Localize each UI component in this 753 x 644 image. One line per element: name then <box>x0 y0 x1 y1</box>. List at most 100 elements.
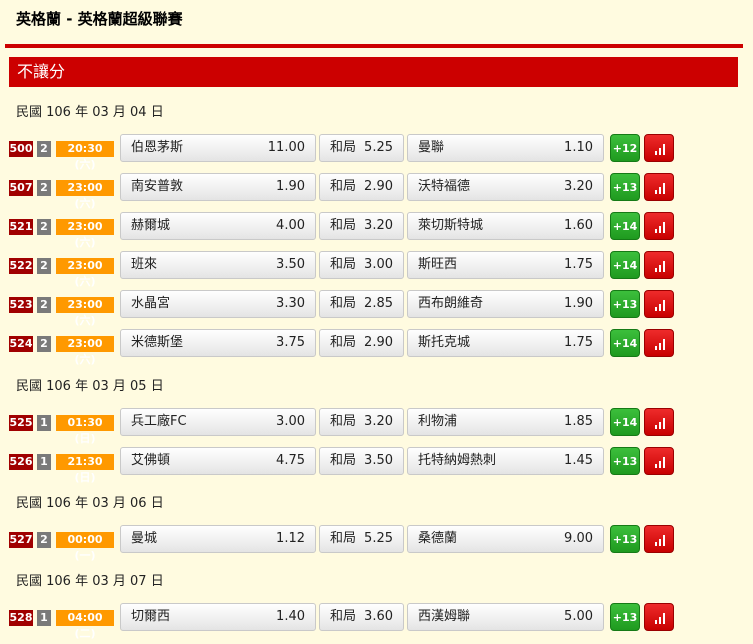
bar-chart-icon <box>655 300 667 311</box>
draw-odds-button[interactable]: 和局 2.90 <box>319 173 404 201</box>
draw-odds-button[interactable]: 和局 3.60 <box>319 603 404 631</box>
home-team-name: 艾佛頓 <box>131 453 171 468</box>
away-odds: 1.90 <box>564 296 593 311</box>
stats-button[interactable] <box>644 134 674 162</box>
stats-button[interactable] <box>644 329 674 357</box>
away-odds-button[interactable]: 桑德蘭 9.00 <box>407 525 604 553</box>
away-team-name: 西布朗維奇 <box>418 296 484 311</box>
draw-odds-button[interactable]: 和局 3.50 <box>319 447 404 475</box>
match-number: 521 <box>9 219 33 235</box>
away-odds-button[interactable]: 斯旺西 1.75 <box>407 251 604 279</box>
stats-button[interactable] <box>644 447 674 475</box>
match-group-badge: 2 <box>37 258 51 274</box>
match-row: 528 1 04:00 (二) 切爾西 1.40 和局 3.60 西漢姆聯 5.… <box>0 603 753 640</box>
draw-label: 和局 <box>330 140 357 155</box>
home-odds-button[interactable]: 米德斯堡 3.75 <box>120 329 316 357</box>
away-odds-button[interactable]: 托特納姆熱刺 1.45 <box>407 447 604 475</box>
draw-odds-button[interactable]: 和局 2.85 <box>319 290 404 318</box>
bar-chart-icon <box>655 339 667 350</box>
kickoff-time: 23:00 (六) <box>56 258 114 288</box>
stats-button[interactable] <box>644 408 674 436</box>
bar-chart-icon <box>655 535 667 546</box>
more-bets-button[interactable]: +13 <box>610 525 640 553</box>
bar-chart-icon <box>655 457 667 468</box>
section-header: 不讓分 <box>9 57 738 87</box>
bar-chart-icon <box>655 144 667 155</box>
draw-odds-button[interactable]: 和局 3.20 <box>319 408 404 436</box>
away-odds-button[interactable]: 西布朗維奇 1.90 <box>407 290 604 318</box>
match-group-badge: 1 <box>37 415 51 431</box>
draw-label: 和局 <box>330 335 357 350</box>
home-odds-button[interactable]: 伯恩茅斯 11.00 <box>120 134 316 162</box>
match-number: 523 <box>9 297 33 313</box>
bar-chart-icon <box>655 261 667 272</box>
draw-odds-button[interactable]: 和局 3.20 <box>319 212 404 240</box>
bar-chart-icon <box>655 222 667 233</box>
home-odds-button[interactable]: 水晶宮 3.30 <box>120 290 316 318</box>
home-odds-button[interactable]: 切爾西 1.40 <box>120 603 316 631</box>
away-odds-button[interactable]: 斯托克城 1.75 <box>407 329 604 357</box>
stats-button[interactable] <box>644 212 674 240</box>
kickoff-time: 23:00 (六) <box>56 297 114 327</box>
away-odds-button[interactable]: 萊切斯特城 1.60 <box>407 212 604 240</box>
match-number: 507 <box>9 180 33 196</box>
more-bets-button[interactable]: +14 <box>610 251 640 279</box>
more-bets-button[interactable]: +13 <box>610 603 640 631</box>
kickoff-time: 01:30 (日) <box>56 415 114 445</box>
away-odds: 9.00 <box>564 531 593 546</box>
draw-odds: 5.25 <box>364 140 393 155</box>
match-group-badge: 2 <box>37 219 51 235</box>
away-odds-button[interactable]: 西漢姆聯 5.00 <box>407 603 604 631</box>
away-odds-button[interactable]: 曼聯 1.10 <box>407 134 604 162</box>
more-bets-button[interactable]: +12 <box>610 134 640 162</box>
match-row: 524 2 23:00 (六) 米德斯堡 3.75 和局 2.90 斯托克城 1… <box>0 329 753 366</box>
away-odds-button[interactable]: 沃特福德 3.20 <box>407 173 604 201</box>
draw-odds: 3.20 <box>364 218 393 233</box>
home-odds-button[interactable]: 南安普敦 1.90 <box>120 173 316 201</box>
draw-label: 和局 <box>330 296 357 311</box>
home-team-name: 米德斯堡 <box>131 335 184 350</box>
stats-button[interactable] <box>644 525 674 553</box>
more-bets-button[interactable]: +14 <box>610 408 640 436</box>
more-bets-button[interactable]: +14 <box>610 329 640 357</box>
stats-button[interactable] <box>644 603 674 631</box>
draw-odds: 2.90 <box>364 335 393 350</box>
match-group-badge: 1 <box>37 610 51 626</box>
home-odds-button[interactable]: 班來 3.50 <box>120 251 316 279</box>
match-row: 500 2 20:30 (六) 伯恩茅斯 11.00 和局 5.25 曼聯 1.… <box>0 134 753 171</box>
stats-button[interactable] <box>644 290 674 318</box>
home-odds-button[interactable]: 兵工廠FC 3.00 <box>120 408 316 436</box>
stats-button[interactable] <box>644 251 674 279</box>
draw-odds: 3.60 <box>364 609 393 624</box>
home-odds-button[interactable]: 艾佛頓 4.75 <box>120 447 316 475</box>
home-team-name: 兵工廠FC <box>131 414 187 429</box>
more-bets-button[interactable]: +13 <box>610 173 640 201</box>
draw-odds: 2.90 <box>364 179 393 194</box>
more-bets-button[interactable]: +13 <box>610 447 640 475</box>
more-bets-button[interactable]: +14 <box>610 212 640 240</box>
more-bets-button[interactable]: +13 <box>610 290 640 318</box>
draw-odds-button[interactable]: 和局 2.90 <box>319 329 404 357</box>
home-odds-button[interactable]: 赫爾城 4.00 <box>120 212 316 240</box>
draw-odds-button[interactable]: 和局 5.25 <box>319 525 404 553</box>
away-odds: 5.00 <box>564 609 593 624</box>
draw-odds-button[interactable]: 和局 3.00 <box>319 251 404 279</box>
bar-chart-icon <box>655 418 667 429</box>
away-team-name: 曼聯 <box>418 140 445 155</box>
kickoff-time: 00:00 (一) <box>56 532 114 562</box>
home-odds-button[interactable]: 曼城 1.12 <box>120 525 316 553</box>
date-heading: 民國 106 年 03 月 06 日 <box>16 496 164 511</box>
away-odds-button[interactable]: 利物浦 1.85 <box>407 408 604 436</box>
kickoff-time: 04:00 (二) <box>56 610 114 640</box>
draw-odds-button[interactable]: 和局 5.25 <box>319 134 404 162</box>
draw-label: 和局 <box>330 609 357 624</box>
match-number: 524 <box>9 336 33 352</box>
match-group-badge: 2 <box>37 532 51 548</box>
home-team-name: 班來 <box>131 257 158 272</box>
home-team-name: 水晶宮 <box>131 296 171 311</box>
away-odds: 1.75 <box>564 257 593 272</box>
stats-button[interactable] <box>644 173 674 201</box>
away-team-name: 西漢姆聯 <box>418 609 471 624</box>
match-number: 500 <box>9 141 33 157</box>
date-heading: 民國 106 年 03 月 04 日 <box>16 105 164 120</box>
